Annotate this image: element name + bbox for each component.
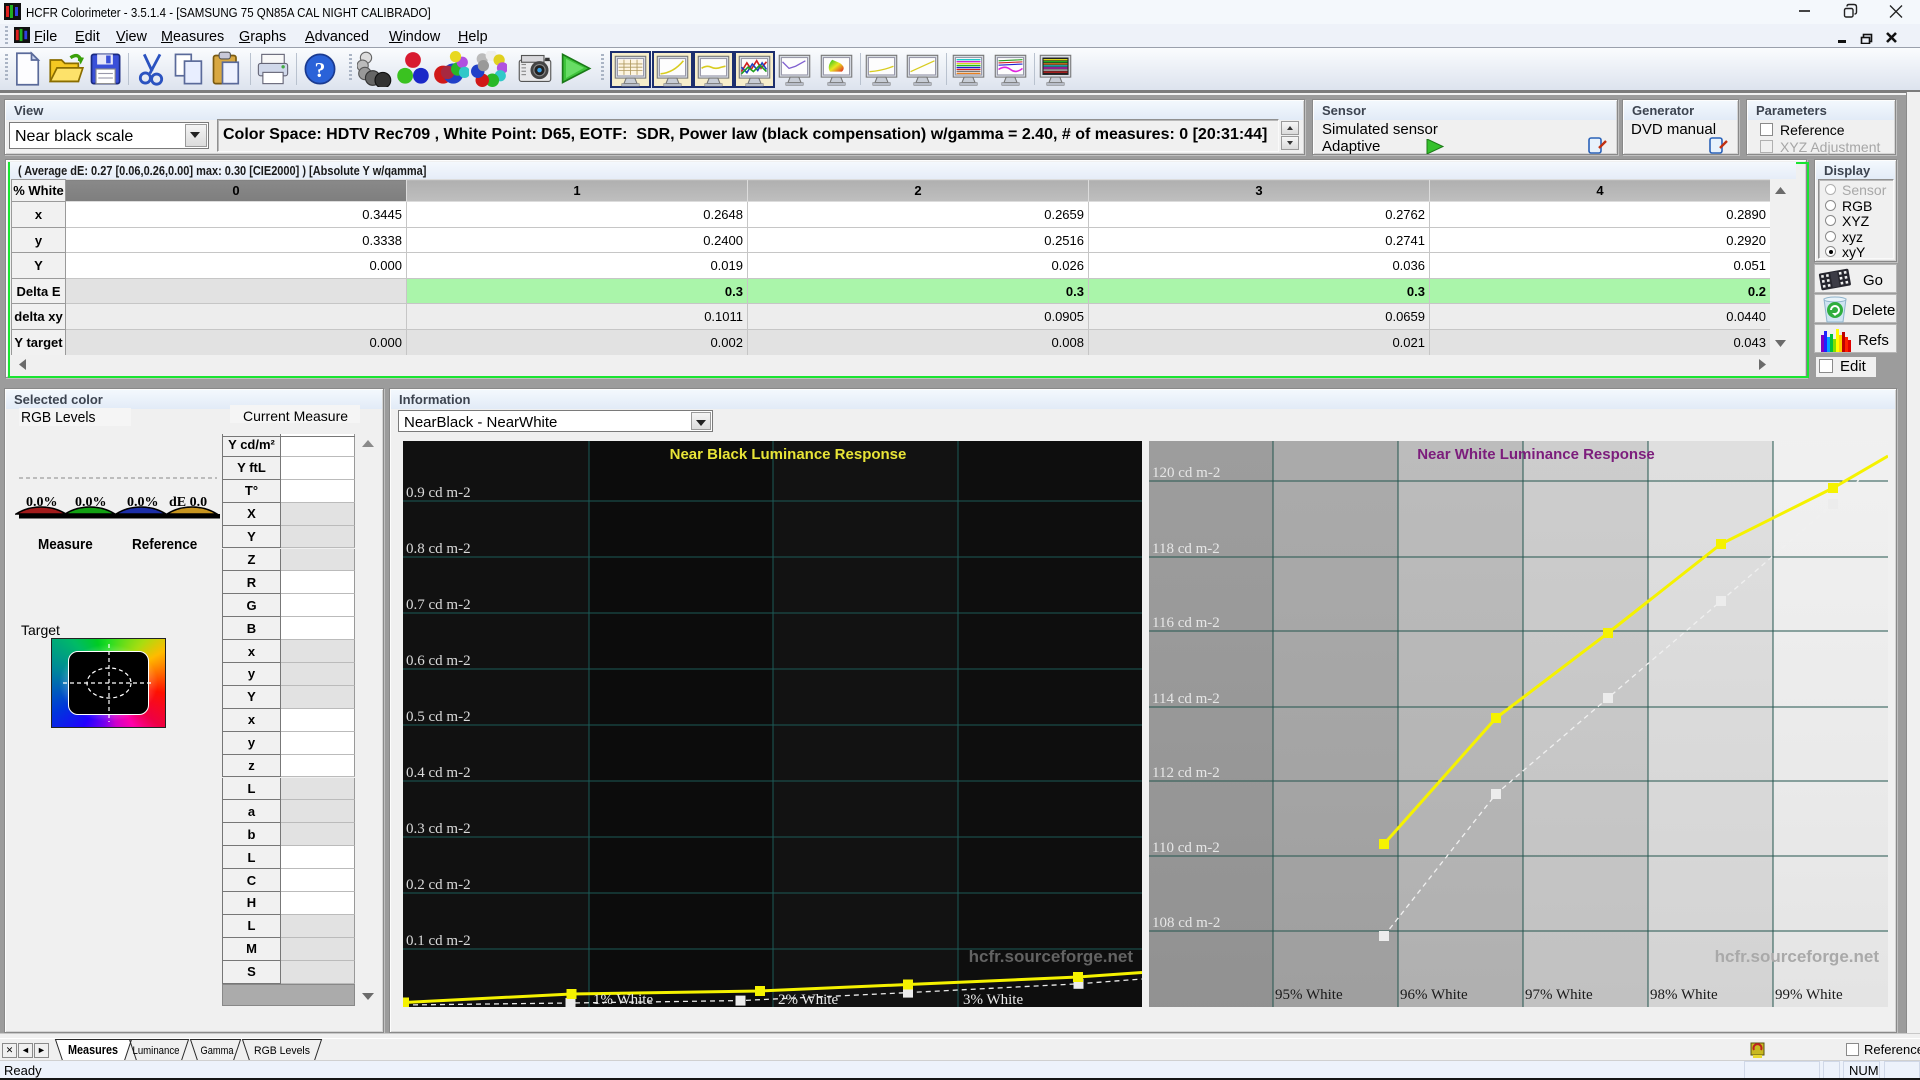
svg-text:0.5 cd m-2: 0.5 cd m-2 xyxy=(406,709,471,725)
svg-text:0.2 cd m-2: 0.2 cd m-2 xyxy=(406,877,471,893)
svg-text:118 cd m-2: 118 cd m-2 xyxy=(1152,541,1220,557)
svg-text:108 cd m-2: 108 cd m-2 xyxy=(1152,915,1220,931)
svg-text:0.4 cd m-2: 0.4 cd m-2 xyxy=(406,765,471,781)
svg-text:Measures: Measures xyxy=(68,1042,118,1057)
svg-text:2% White: 2% White xyxy=(778,992,838,1007)
svg-text:0.9 cd m-2: 0.9 cd m-2 xyxy=(406,485,471,501)
svg-text:95% White: 95% White xyxy=(1275,987,1343,1003)
svg-text:0.3 cd m-2: 0.3 cd m-2 xyxy=(406,821,471,837)
svg-text:0.7 cd m-2: 0.7 cd m-2 xyxy=(406,597,471,613)
svg-text:97% White: 97% White xyxy=(1525,987,1593,1003)
svg-text:0.6 cd m-2: 0.6 cd m-2 xyxy=(406,653,471,669)
svg-text:0.8 cd m-2: 0.8 cd m-2 xyxy=(406,541,471,557)
svg-text:112 cd m-2: 112 cd m-2 xyxy=(1152,765,1220,781)
svg-text:Near White Luminance Response: Near White Luminance Response xyxy=(1417,446,1655,463)
svg-text:110 cd m-2: 110 cd m-2 xyxy=(1152,840,1220,856)
svg-text:hcfr.sourceforge.net: hcfr.sourceforge.net xyxy=(969,947,1134,966)
svg-text:Gamma: Gamma xyxy=(201,1045,235,1057)
svg-text:99% White: 99% White xyxy=(1775,987,1843,1003)
svg-text:1% White: 1% White xyxy=(593,992,653,1007)
svg-text:120 cd m-2: 120 cd m-2 xyxy=(1152,465,1220,481)
svg-text:0.1 cd m-2: 0.1 cd m-2 xyxy=(406,933,471,949)
svg-text:?: ? xyxy=(315,58,326,82)
svg-text:98% White: 98% White xyxy=(1650,987,1718,1003)
svg-text:hcfr.sourceforge.net: hcfr.sourceforge.net xyxy=(1715,947,1880,966)
svg-text:116 cd m-2: 116 cd m-2 xyxy=(1152,615,1220,631)
svg-text:Luminance: Luminance xyxy=(133,1045,180,1057)
svg-text:Near Black Luminance Response: Near Black Luminance Response xyxy=(670,446,907,463)
svg-text:114 cd m-2: 114 cd m-2 xyxy=(1152,691,1220,707)
svg-text:3% White: 3% White xyxy=(963,992,1023,1007)
svg-text:RGB Levels: RGB Levels xyxy=(254,1045,310,1057)
svg-text:96% White: 96% White xyxy=(1400,987,1468,1003)
